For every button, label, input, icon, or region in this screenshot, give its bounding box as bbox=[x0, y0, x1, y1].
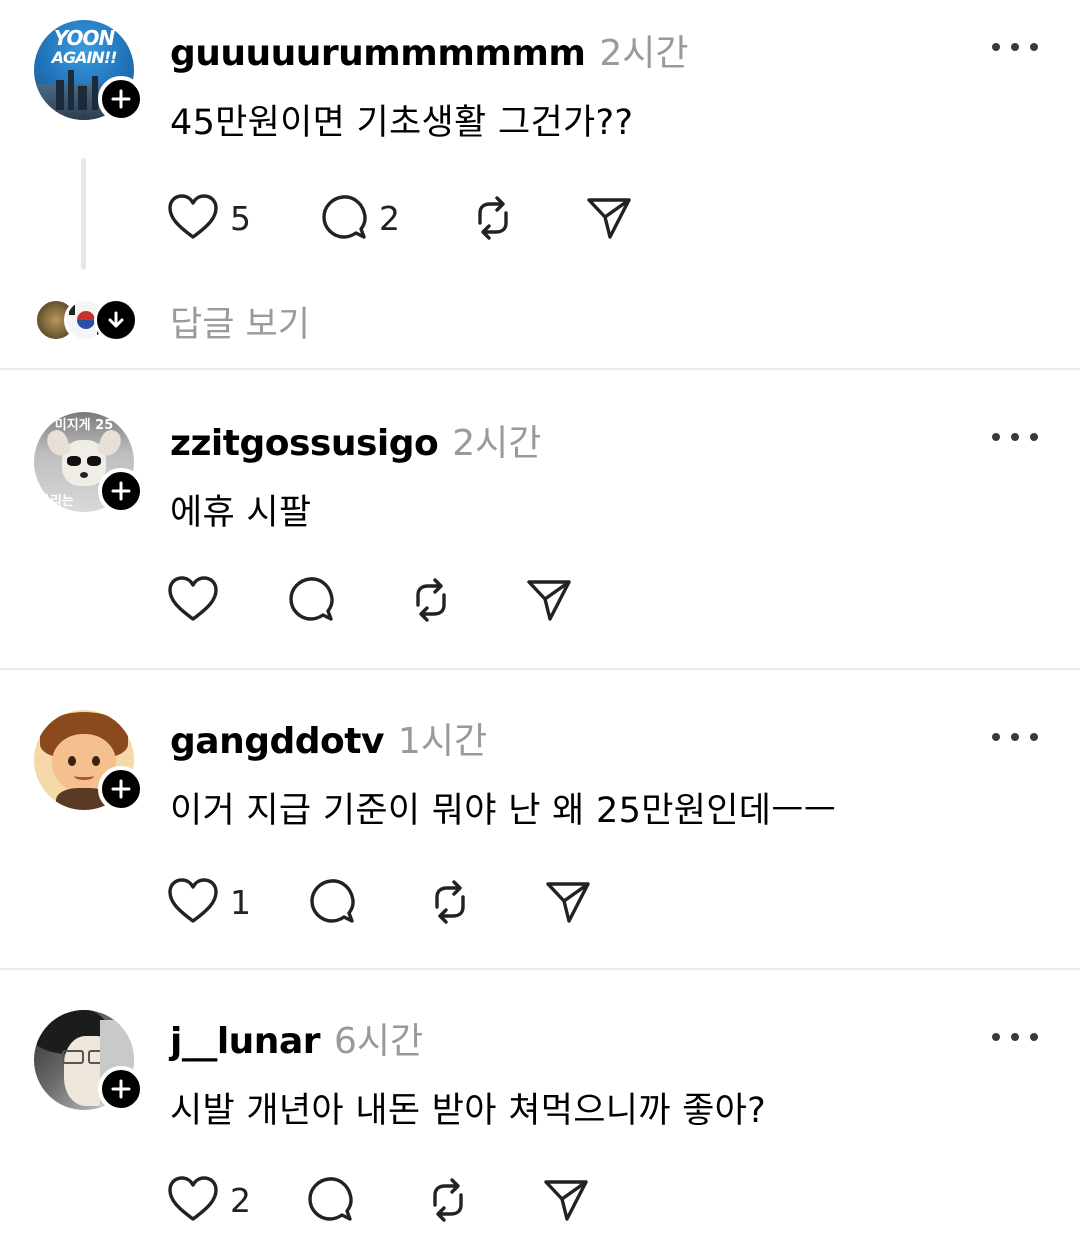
send-icon bbox=[527, 580, 571, 621]
avatar-container[interactable] bbox=[34, 710, 144, 812]
plus-icon bbox=[111, 481, 131, 501]
timestamp: 2시간 bbox=[452, 423, 542, 464]
comment-icon bbox=[308, 1177, 353, 1221]
repost-icon bbox=[478, 196, 508, 240]
share-button[interactable] bbox=[543, 872, 593, 932]
heart-icon bbox=[168, 194, 218, 239]
avatar-container[interactable]: 미지게 25 다리는 bbox=[34, 412, 144, 514]
more-icon bbox=[992, 433, 1000, 441]
avatar-container[interactable]: YOON AGAIN!! bbox=[34, 20, 144, 122]
like-button[interactable]: 2 bbox=[166, 1170, 251, 1230]
arrow-down-icon bbox=[108, 311, 124, 328]
action-bar bbox=[166, 570, 574, 630]
username[interactable]: gangddotv bbox=[170, 721, 384, 762]
reply-avatars[interactable] bbox=[34, 296, 138, 344]
post-text: 이거 지급 기준이 뭐야 난 왜 25만원인데ㅡㅡ bbox=[170, 791, 837, 831]
comment-icon bbox=[322, 195, 367, 239]
like-count: 1 bbox=[230, 882, 251, 922]
like-button[interactable]: 5 bbox=[166, 188, 251, 248]
more-button[interactable] bbox=[992, 40, 1038, 54]
follow-button[interactable] bbox=[98, 76, 144, 122]
view-replies-link[interactable]: 답글 보기 bbox=[170, 296, 310, 347]
repost-icon bbox=[416, 578, 446, 622]
more-button[interactable] bbox=[992, 1030, 1038, 1044]
heart-icon bbox=[168, 1176, 218, 1221]
view-replies-icon[interactable] bbox=[94, 298, 138, 342]
timestamp: 2시간 bbox=[599, 33, 689, 74]
repost-button[interactable] bbox=[425, 872, 475, 932]
timestamp: 1시간 bbox=[397, 721, 488, 762]
avatar-text: AGAIN!! bbox=[51, 48, 118, 67]
more-button[interactable] bbox=[992, 730, 1038, 744]
heart-icon bbox=[168, 576, 218, 621]
repost-button[interactable] bbox=[468, 188, 518, 248]
action-bar: 5 2 bbox=[166, 188, 634, 248]
username[interactable]: guuuuurummmmmm bbox=[170, 33, 586, 74]
more-icon bbox=[992, 733, 1000, 741]
plus-icon bbox=[111, 1079, 131, 1099]
comment-button[interactable]: 2 bbox=[319, 188, 400, 248]
repost-icon bbox=[435, 880, 465, 924]
comment-count: 2 bbox=[379, 198, 400, 238]
post-header: zzitgossusigo 2시간 bbox=[170, 414, 541, 464]
post-text: 에휴 시팔 bbox=[170, 493, 312, 533]
avatar-text: 미지게 25 bbox=[54, 418, 114, 433]
comment-icon bbox=[310, 879, 355, 923]
thread-line bbox=[81, 158, 86, 270]
post-4: j__lunar 6시간 시발 개년아 내돈 받아 쳐먹으니까 좋아? 2 bbox=[0, 970, 1080, 1258]
share-button[interactable] bbox=[524, 570, 574, 630]
send-icon bbox=[587, 198, 631, 239]
more-icon bbox=[992, 1033, 1000, 1041]
username[interactable]: j__lunar bbox=[170, 1021, 320, 1062]
repost-button[interactable] bbox=[406, 570, 456, 630]
timestamp: 6시간 bbox=[333, 1021, 424, 1062]
repost-button[interactable] bbox=[423, 1170, 473, 1230]
post-2: 미지게 25 다리는 zzitgossusigo 2시간 에휴 시팔 bbox=[0, 370, 1080, 668]
avatar-text: YOON bbox=[53, 26, 116, 50]
like-button[interactable] bbox=[166, 570, 220, 630]
follow-button[interactable] bbox=[98, 468, 144, 514]
post-text: 45만원이면 기초생활 그건가?? bbox=[170, 103, 634, 143]
more-icon bbox=[992, 43, 1000, 51]
plus-icon bbox=[111, 779, 131, 799]
post-header: j__lunar 6시간 bbox=[170, 1012, 423, 1062]
post-3: gangddotv 1시간 이거 지급 기준이 뭐야 난 왜 25만원인데ㅡㅡ … bbox=[0, 670, 1080, 968]
share-button[interactable] bbox=[584, 188, 634, 248]
like-button[interactable]: 1 bbox=[166, 872, 251, 932]
more-button[interactable] bbox=[992, 430, 1038, 444]
action-bar: 2 bbox=[166, 1170, 591, 1230]
plus-icon bbox=[111, 89, 131, 109]
comment-button[interactable] bbox=[307, 872, 357, 932]
follow-button[interactable] bbox=[98, 1066, 144, 1112]
action-bar: 1 bbox=[166, 872, 593, 932]
repost-icon bbox=[433, 1178, 463, 1222]
post-1: YOON AGAIN!! guuuuurummmmmm 2시간 45만원이면 기… bbox=[0, 0, 1080, 368]
comment-icon bbox=[289, 577, 334, 621]
post-header: guuuuurummmmmm 2시간 bbox=[170, 24, 689, 74]
username[interactable]: zzitgossusigo bbox=[170, 423, 439, 464]
share-button[interactable] bbox=[541, 1170, 591, 1230]
comment-button[interactable] bbox=[286, 570, 336, 630]
avatar-text: 다리는 bbox=[38, 494, 74, 509]
send-icon bbox=[544, 1180, 588, 1221]
post-header: gangddotv 1시간 bbox=[170, 712, 487, 762]
post-text: 시발 개년아 내돈 받아 쳐먹으니까 좋아? bbox=[170, 1091, 767, 1131]
like-count: 5 bbox=[230, 198, 251, 238]
like-count: 2 bbox=[230, 1180, 251, 1220]
send-icon bbox=[546, 882, 590, 923]
avatar-container[interactable] bbox=[34, 1010, 144, 1112]
follow-button[interactable] bbox=[98, 766, 144, 812]
comment-button[interactable] bbox=[305, 1170, 355, 1230]
heart-icon bbox=[168, 878, 218, 923]
